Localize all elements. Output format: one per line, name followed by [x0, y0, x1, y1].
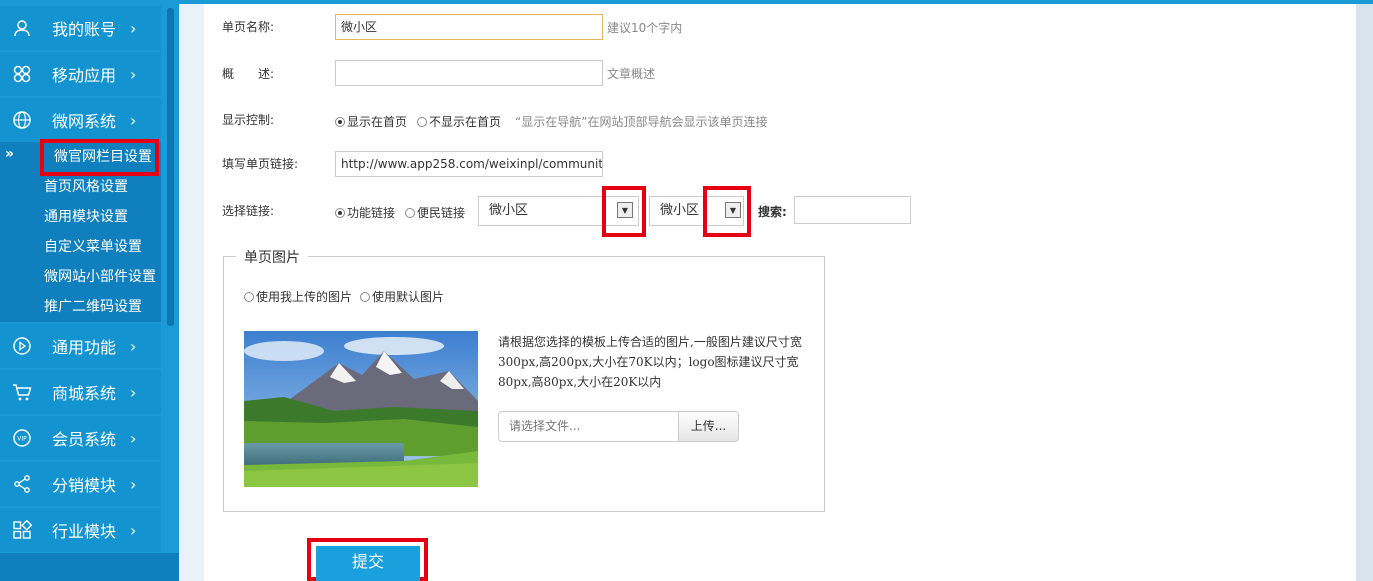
radio-label: 功能链接	[347, 206, 396, 220]
summary-label: 概 述:	[222, 67, 275, 81]
radio-my-upload[interactable]	[244, 291, 254, 302]
apps-icon	[0, 64, 44, 84]
radio-label: 显示在首页	[347, 115, 408, 129]
sidebar-item-label: 商城系统	[52, 384, 117, 403]
sidebar-item-micro-site[interactable]: 微网系统 ›	[0, 98, 161, 142]
sidebar-item-members[interactable]: VIP 会员系统 ›	[0, 416, 161, 460]
sidebar-item-distribution[interactable]: 分销模块 ›	[0, 462, 161, 506]
sidebar-item-label: 行业模块	[52, 522, 117, 541]
display-hint: “显示在导航”在网站顶部导航会显示该单页连接	[515, 115, 768, 129]
chevron-right-icon: ›	[130, 110, 137, 130]
summary-hint: 文章概述	[607, 67, 656, 81]
chevron-right-icon: ›	[130, 64, 137, 84]
chevron-right-icon: ›	[130, 18, 137, 38]
right-scroll-rail[interactable]	[1356, 4, 1373, 581]
radio-label: 便民链接	[417, 206, 466, 220]
preview-image	[244, 331, 478, 487]
select1-highlight	[602, 186, 646, 237]
file-path-input[interactable]: 请选择文件...	[498, 411, 679, 442]
name-label: 单页名称:	[222, 20, 275, 34]
radio-label: 不显示在首页	[429, 115, 502, 129]
image-description: 请根据您选择的模板上传合适的图片,一般图片建议尺寸宽300px,高200px,大…	[498, 335, 802, 389]
radio-default-image[interactable]	[360, 291, 371, 302]
submenu-item-qrcode[interactable]: 推广二维码设置	[44, 292, 142, 322]
sidebar-footer	[0, 553, 179, 581]
display-label: 显示控制:	[222, 113, 275, 127]
submit-button[interactable]: 提交	[316, 546, 420, 581]
sidebar-item-label: 通用功能	[52, 338, 117, 357]
radio-label: 使用默认图片	[372, 290, 445, 304]
sidebar-item-label: 移动应用	[52, 66, 117, 85]
upload-button[interactable]: 上传...	[678, 411, 739, 442]
sidebar-scrollbar[interactable]	[167, 8, 174, 326]
play-icon	[0, 336, 44, 356]
image-section-legend: 单页图片	[236, 247, 308, 267]
radio-hide-home[interactable]	[417, 116, 428, 127]
sidebar-item-label: 会员系统	[52, 430, 117, 449]
vip-icon: VIP	[0, 428, 44, 448]
summary-input[interactable]	[335, 60, 603, 86]
cart-icon	[0, 382, 44, 402]
submenu-item-home-style[interactable]: 首页风格设置	[44, 172, 128, 202]
sidebar-item-label: 微网系统	[52, 112, 117, 131]
chevron-right-icon: ›	[130, 520, 137, 540]
radio-function-link[interactable]	[335, 207, 345, 218]
submenu-item-custom-menu[interactable]: 自定义菜单设置	[44, 232, 142, 262]
radio-label: 使用我上传的图片	[256, 290, 353, 304]
display-radio-group: 显示在首页 不显示在首页 “显示在导航”在网站顶部导航会显示该单页连接	[335, 113, 767, 130]
name-hint: 建议10个字内	[607, 21, 683, 35]
sidebar-item-label: 我的账号	[52, 20, 117, 39]
submenu-item-common-modules[interactable]: 通用模块设置	[44, 202, 128, 232]
chevron-right-icon: ›	[130, 382, 137, 402]
double-chevron-icon: »	[5, 146, 15, 162]
select2-highlight	[703, 186, 751, 237]
search-input[interactable]	[794, 196, 911, 224]
grid-icon	[0, 520, 44, 540]
sidebar-item-common-functions[interactable]: 通用功能 ›	[0, 324, 161, 368]
name-input[interactable]: 微小区	[335, 14, 603, 40]
choose-link-label: 选择链接:	[222, 204, 275, 218]
chevron-right-icon: ›	[130, 428, 137, 448]
sidebar-item-label: 分销模块	[52, 476, 117, 495]
submenu-item-widgets[interactable]: 微网站小部件设置	[44, 262, 156, 292]
image-radio-group: 使用我上传的图片 使用默认图片	[244, 288, 454, 305]
sidebar-item-mobile-apps[interactable]: 移动应用 ›	[0, 52, 161, 96]
choose-radio-group: 功能链接 便民链接	[335, 204, 475, 221]
radio-convenience-link[interactable]	[405, 207, 416, 218]
radio-show-home[interactable]	[335, 116, 345, 127]
sidebar-item-mall[interactable]: 商城系统 ›	[0, 370, 161, 414]
globe-icon	[0, 110, 44, 130]
svg-text:VIP: VIP	[17, 436, 27, 443]
link-label: 填写单页链接:	[222, 157, 299, 171]
chevron-right-icon: ›	[130, 474, 137, 494]
sidebar-item-account[interactable]: 我的账号 ›	[0, 6, 161, 50]
search-label: 搜索:	[758, 205, 787, 219]
active-submenu-highlight	[40, 139, 159, 176]
sidebar-item-industry[interactable]: 行业模块 ›	[0, 508, 161, 552]
user-icon	[0, 18, 44, 38]
link-input[interactable]: http://www.app258.com/weixinpl/community…	[335, 151, 603, 177]
share-icon	[0, 474, 44, 494]
chevron-right-icon: ›	[130, 336, 137, 356]
